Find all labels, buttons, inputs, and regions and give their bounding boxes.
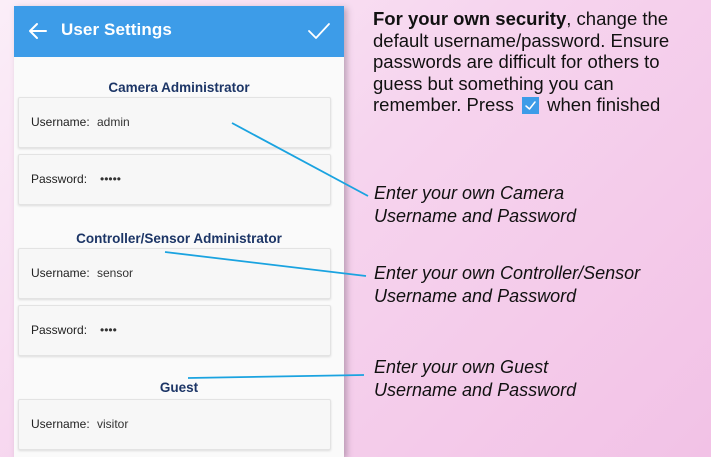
camera-note-line2: Username and Password (374, 205, 577, 226)
controller-password-field[interactable]: Password: •••• (18, 305, 331, 356)
camera-password-label: Password: (31, 172, 88, 186)
camera-username-value: admin (97, 115, 130, 129)
page-title: User Settings (61, 20, 172, 39)
controller-password-value: •••• (100, 323, 117, 337)
save-checkmark-icon[interactable] (306, 19, 332, 43)
camera-password-value: ••••• (100, 172, 122, 186)
camera-admin-heading: Camera Administrator (108, 80, 250, 95)
guest-username-value: visitor (97, 417, 129, 431)
instructions-bold: For your own security (373, 8, 567, 29)
controller-password-label: Password: (31, 323, 88, 337)
camera-note: Enter your own Camera Username and Passw… (374, 182, 576, 227)
guest-note: Enter your own Guest Username and Passwo… (374, 356, 576, 401)
camera-username-label: Username: (31, 115, 90, 129)
controller-username-value: sensor (97, 266, 134, 280)
controller-username-field[interactable]: Username: sensor (18, 248, 331, 299)
camera-username-field[interactable]: Username: admin (18, 97, 331, 148)
app-bar: User Settings (14, 6, 344, 57)
instructions-text-end: when finished (547, 94, 661, 115)
security-instructions: For your own security, change the defaul… (373, 8, 703, 116)
phone-screen: User Settings Camera Administrator Usern… (14, 6, 344, 457)
checkmark-icon (522, 97, 539, 114)
back-arrow-icon[interactable] (26, 19, 50, 43)
camera-note-line1: Enter your own Camera (374, 183, 565, 203)
camera-password-field[interactable]: Password: ••••• (18, 154, 331, 205)
guest-username-label: Username: (31, 417, 90, 431)
guest-heading: Guest (159, 380, 199, 395)
guest-username-field[interactable]: Username: visitor (18, 399, 331, 450)
controller-admin-heading: Controller/Sensor Administrator (76, 231, 282, 246)
controller-note-line2: Username and Password (374, 285, 577, 306)
guest-note-line1: Enter your own Guest (374, 357, 549, 377)
controller-note-line1: Enter your own Controller/Sensor (374, 263, 641, 283)
controller-note: Enter your own Controller/Sensor Usernam… (374, 262, 640, 307)
controller-username-label: Username: (31, 266, 90, 280)
guest-note-line2: Username and Password (374, 379, 577, 400)
